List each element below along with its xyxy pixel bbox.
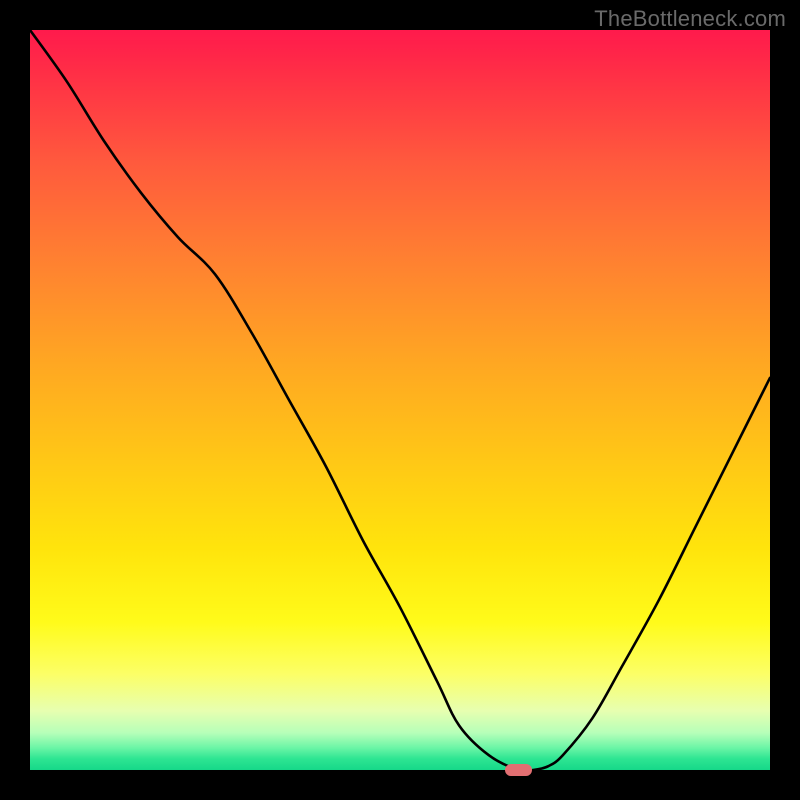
curve-svg <box>30 30 770 770</box>
optimal-marker <box>505 764 532 776</box>
plot-area <box>30 30 770 770</box>
bottleneck-curve <box>30 30 770 770</box>
watermark-text: TheBottleneck.com <box>594 6 786 32</box>
